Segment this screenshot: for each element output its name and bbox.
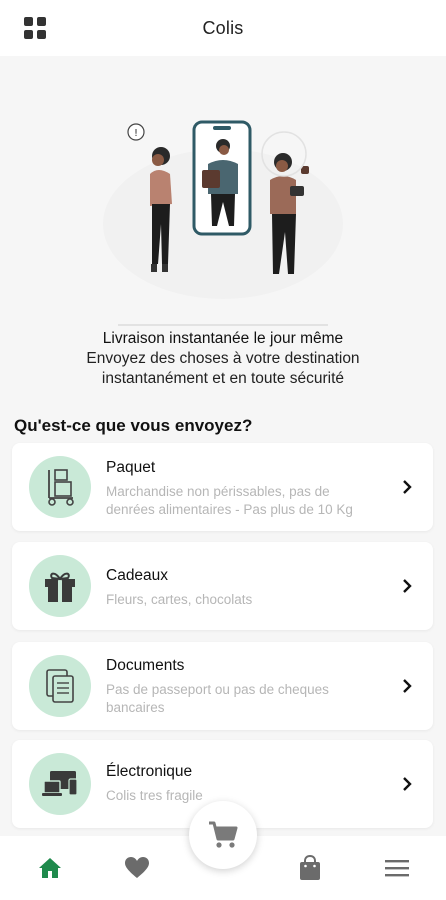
hero-headline: Livraison instantanée le jour même [102,330,344,347]
category-description: Fleurs, cartes, chocolats [106,591,391,609]
chevron-right-icon [403,679,412,693]
category-name: Paquet [106,459,156,476]
chevron-right-icon [403,579,412,593]
category-name: Documents [106,657,185,674]
chevron-right-icon [403,480,412,494]
category-name: Électronique [106,763,193,780]
nav-menu[interactable] [367,836,427,900]
svg-text:!: ! [134,128,138,139]
hero-subline-2: instantanément et en toute sécurité [101,370,345,387]
category-description-line-2: denrées alimentaires - Pas plus de 10 Kg [106,502,353,517]
cart-icon [209,821,238,848]
apps-grid-icon[interactable] [22,15,48,41]
category-description-line-1: Fleurs, cartes, chocolats [106,592,253,607]
nav-favorites[interactable] [107,836,167,900]
category-card-documents[interactable]: Documents Pas de passeport ou pas de che… [12,642,433,730]
category-description-line-2: bancaires [106,700,165,715]
category-name: Cadeaux [106,567,169,584]
page-title: Colis [202,17,244,38]
hero-tagline: Livraison instantanée le jour même Envoy… [0,329,446,389]
shopping-bag-icon [300,855,320,880]
documents-icon [29,655,91,717]
delivery-illustration: ! [103,120,343,326]
hero-subline-1: Envoyez des choses à votre destination [86,350,360,367]
top-app-bar: Colis [0,0,446,56]
heart-icon [125,857,149,878]
category-card-paquet[interactable]: Paquet Marchandise non périssables, pas … [12,443,433,531]
trolley-box-icon [29,456,91,518]
gift-icon [29,555,91,617]
category-description-line-1: Colis tres fragile [106,788,203,803]
nav-orders[interactable] [280,836,340,900]
category-description: Pas de passeport ou pas de cheques banca… [106,681,391,717]
category-description-line-1: Marchandise non périssables, pas de [106,484,330,499]
section-title: Qu'est-ce que vous envoyez? [14,416,253,435]
home-icon [39,858,61,878]
category-description-line-1: Pas de passeport ou pas de cheques [106,682,329,697]
chevron-right-icon [403,777,412,791]
menu-icon [385,860,409,877]
hero-illustration: ! [0,56,446,326]
category-description: Marchandise non périssables, pas de denr… [106,483,391,519]
cart-button[interactable] [189,801,257,869]
category-card-cadeaux[interactable]: Cadeaux Fleurs, cartes, chocolats [12,542,433,630]
electronics-icon [29,753,91,815]
category-description: Colis tres fragile [106,787,391,805]
nav-home[interactable] [20,836,80,900]
